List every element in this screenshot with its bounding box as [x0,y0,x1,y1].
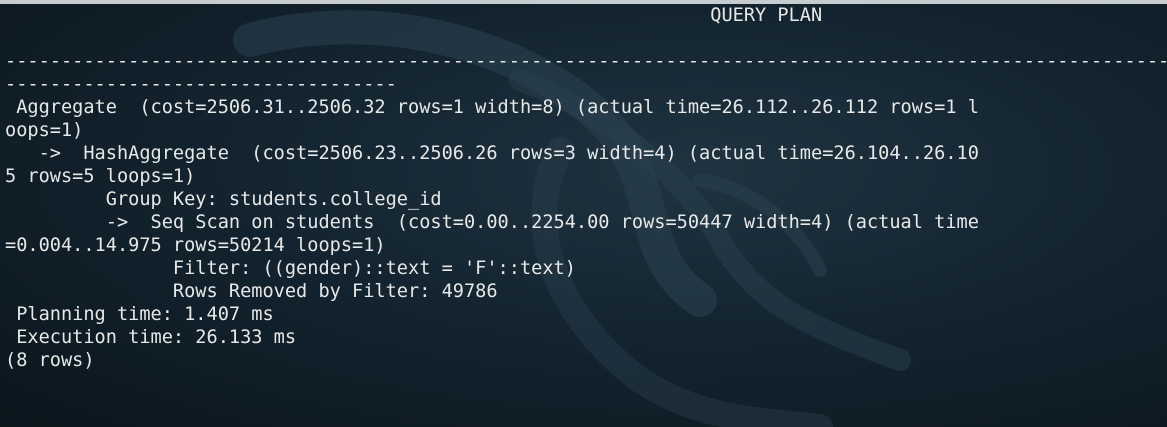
separator-line: ----------------------------------------… [5,51,1167,72]
execution-time-line: Execution time: 26.133 ms [5,327,297,348]
query-plan-output: QUERY PLAN ------------------------------… [5,4,1167,372]
plan-line-aggregate: Aggregate (cost=2506.31..2506.32 rows=1 … [5,97,979,118]
plan-line-hashaggregate: -> HashAggregate (cost=2506.23..2506.26 … [5,143,979,164]
terminal-window[interactable]: QUERY PLAN ------------------------------… [0,0,1167,427]
plan-line-seq-scan-wrap: =0.004..14.975 rows=50214 loops=1) [5,235,386,256]
row-count-line: (8 rows) [5,350,95,371]
query-plan-header: QUERY PLAN [5,5,823,26]
plan-line-hashaggregate-wrap: 5 rows=5 loops=1) [5,166,196,187]
plan-line-seq-scan: -> Seq Scan on students (cost=0.00..2254… [5,212,979,233]
plan-line-filter: Filter: ((gender)::text = 'F'::text) [5,258,576,279]
separator-line-continued: ----------------------------------- [5,74,397,95]
planning-time-line: Planning time: 1.407 ms [5,304,274,325]
plan-line-aggregate-wrap: oops=1) [5,120,84,141]
plan-line-group-key: Group Key: students.college_id [5,189,442,210]
plan-line-rows-removed: Rows Removed by Filter: 49786 [5,281,498,302]
